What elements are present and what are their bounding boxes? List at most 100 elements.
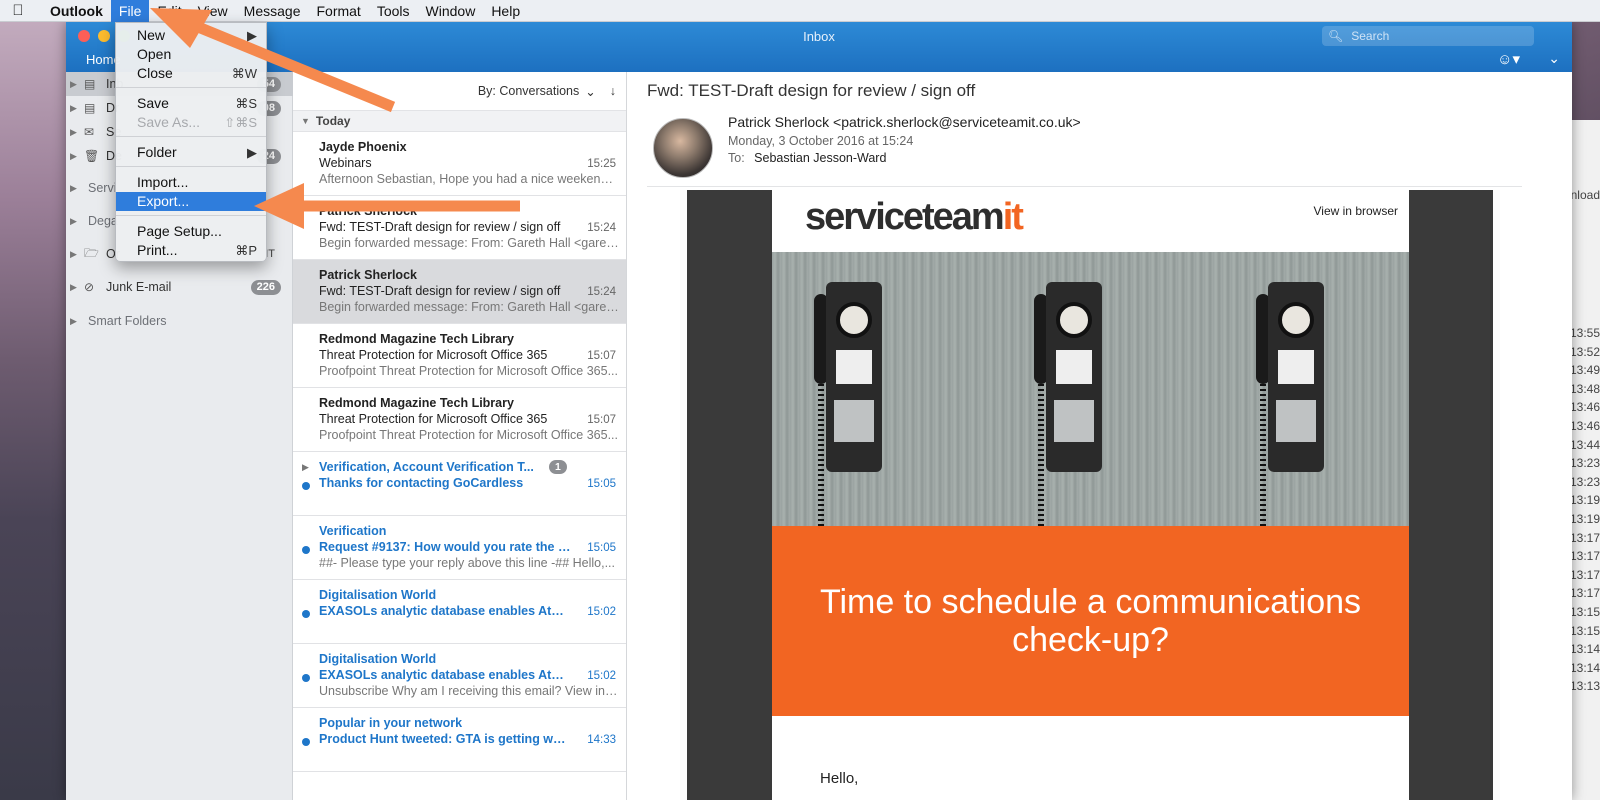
collapse-triangle-icon[interactable]: ▼: [301, 116, 310, 126]
expand-thread-icon[interactable]: ▶: [302, 462, 309, 473]
menu-item-export[interactable]: Export...: [116, 192, 266, 211]
expand-arrow-icon[interactable]: ▶: [70, 79, 84, 90]
search-input[interactable]: 🔍︎ Search: [1322, 26, 1534, 46]
apple-icon[interactable]: : [0, 2, 36, 19]
list-item[interactable]: Redmond Magazine Tech Library Threat Pro…: [293, 388, 626, 452]
expand-arrow-icon[interactable]: ▶: [70, 103, 84, 114]
menu-bar:  Outlook File Edit View Message Format …: [0, 0, 1600, 22]
menu-separator: [116, 215, 266, 216]
list-item-selected[interactable]: Patrick Sherlock Fwd: TEST-Draft design …: [293, 260, 626, 324]
menu-window[interactable]: Window: [418, 0, 484, 22]
message-subject: Fwd: TEST-Draft design for review / sign…: [319, 284, 561, 298]
message-subject: EXASOLs analytic database enables Atheon…: [319, 604, 571, 618]
background-time-label: 13:14: [1569, 660, 1600, 675]
payphone-image: [1034, 272, 1104, 544]
payphone-image: [1256, 272, 1326, 544]
email-sender[interactable]: Patrick Sherlock <patrick.sherlock@servi…: [728, 114, 1081, 130]
background-time-label: 13:23: [1569, 456, 1600, 471]
menu-item-new[interactable]: New ▶: [116, 26, 266, 45]
logo-text-accent: it: [1002, 196, 1024, 238]
background-time-label: 13:55: [1569, 326, 1600, 340]
file-menu-dropdown: New ▶ Open Close ⌘W Save ⌘S Save As... ⇧⌘S F…: [115, 22, 267, 262]
serviceteamit-logo[interactable]: serviceteamit: [805, 196, 1024, 239]
chevron-down-icon[interactable]: ⌄: [585, 84, 595, 99]
list-item[interactable]: Digitalisation World EXASOLs analytic da…: [293, 644, 626, 708]
list-item[interactable]: Redmond Magazine Tech Library Threat Pro…: [293, 324, 626, 388]
menu-item-page-setup[interactable]: Page Setup...: [116, 222, 266, 241]
collapse-ribbon-icon[interactable]: ⌄: [1548, 50, 1560, 67]
menu-format[interactable]: Format: [308, 0, 368, 22]
expand-arrow-icon[interactable]: ▶: [70, 151, 84, 162]
avatar[interactable]: [653, 118, 713, 178]
menu-item-folder[interactable]: Folder ▶: [116, 143, 266, 162]
menu-view[interactable]: View: [190, 0, 236, 22]
message-time: 15:05: [587, 542, 616, 554]
menu-separator: [116, 87, 266, 88]
message-time: 15:24: [587, 222, 616, 234]
background-time-label: 13:46: [1569, 400, 1600, 415]
recipient-name[interactable]: Sebastian Jesson-Ward: [754, 151, 886, 165]
folder-icon: 🗁︎: [84, 245, 99, 260]
menu-tools[interactable]: Tools: [369, 0, 418, 22]
expand-arrow-icon[interactable]: ▶: [70, 249, 84, 260]
menu-item-import[interactable]: Import...: [116, 173, 266, 192]
menu-item-open[interactable]: Open: [116, 45, 266, 64]
message-subject: Webinars: [319, 156, 372, 170]
menu-item-close[interactable]: Close ⌘W: [116, 64, 266, 83]
sort-dropdown[interactable]: By: Conversations: [478, 84, 579, 98]
expand-arrow-icon[interactable]: ▶: [70, 316, 84, 327]
view-in-browser-link[interactable]: View in browser: [1314, 204, 1398, 218]
background-time-label: 13:14: [1569, 642, 1600, 657]
background-time-label: 13:15: [1569, 623, 1600, 638]
group-header-today[interactable]: ▼ Today: [293, 110, 626, 132]
menu-app-outlook[interactable]: Outlook: [36, 0, 111, 22]
expand-arrow-icon[interactable]: ▶: [70, 127, 84, 138]
menu-item-save[interactable]: Save ⌘S: [116, 94, 266, 113]
menu-message[interactable]: Message: [236, 0, 309, 22]
message-time: 15:02: [587, 606, 616, 618]
expand-arrow-icon[interactable]: ▶: [70, 183, 84, 194]
background-time-label: 13:17: [1569, 567, 1600, 582]
expand-arrow-icon[interactable]: ▶: [70, 216, 84, 227]
sidebar-section-label: Dega: [88, 214, 118, 228]
message-sender: Popular in your network: [319, 716, 463, 730]
background-time-label: 13:17: [1569, 586, 1600, 601]
menu-item-print[interactable]: Print... ⌘P: [116, 241, 266, 260]
list-item[interactable]: Patrick Sherlock Fwd: TEST-Draft design …: [293, 196, 626, 260]
list-item[interactable]: Digitalisation World EXASOLs analytic da…: [293, 580, 626, 644]
trash-icon: 🗑︎: [84, 149, 100, 163]
message-subject: EXASOLs analytic database enables Atheon…: [319, 668, 571, 682]
background-time-label: 13:52: [1569, 344, 1600, 359]
group-label: Today: [315, 114, 351, 128]
background-time-label: 13:17: [1569, 530, 1600, 545]
sidebar-item-junk[interactable]: ▶ ⊘ Junk E-mail 226: [66, 275, 293, 299]
message-preview: Afternoon Sebastian, Hope you had a nice…: [319, 172, 619, 186]
unread-dot-icon: [302, 674, 310, 682]
menu-help[interactable]: Help: [483, 0, 528, 22]
inbox-icon: ▤: [84, 77, 96, 91]
message-time: 15:25: [587, 158, 616, 170]
feedback-smiley-icon[interactable]: ☺▾: [1497, 50, 1520, 68]
background-time-label: 13:13: [1569, 679, 1600, 694]
sort-direction-icon[interactable]: ↓: [610, 84, 616, 98]
reading-pane: Fwd: TEST-Draft design for review / sign…: [627, 72, 1572, 800]
message-time: 15:07: [587, 414, 616, 426]
list-item[interactable]: Jayde Phoenix Webinars 15:25 Afternoon S…: [293, 132, 626, 196]
message-subject: Product Hunt tweeted: GTA is getting way…: [319, 732, 571, 746]
shortcut-text: ⌘P: [235, 243, 257, 258]
menu-file[interactable]: File: [110, 0, 150, 22]
menu-edit[interactable]: Edit: [149, 0, 189, 22]
unread-dot-icon: [302, 738, 310, 746]
message-sender: Redmond Magazine Tech Library: [319, 396, 514, 410]
to-label: To:: [728, 151, 745, 165]
search-placeholder: Search: [1351, 29, 1390, 43]
list-item[interactable]: Verification Request #9137: How would yo…: [293, 516, 626, 580]
list-item[interactable]: Popular in your network Product Hunt twe…: [293, 708, 626, 772]
menu-item-save-as: Save As... ⇧⌘S: [137, 114, 257, 130]
sent-icon: ✉: [84, 125, 95, 139]
sidebar-section-smart-folders[interactable]: ▶ Smart Folders: [66, 309, 293, 333]
drafts-icon: ▤: [84, 101, 96, 115]
list-item-thread[interactable]: ▶ Verification, Account Verification T..…: [293, 452, 626, 516]
expand-arrow-icon[interactable]: ▶: [70, 282, 84, 293]
message-time: 15:02: [587, 670, 616, 682]
